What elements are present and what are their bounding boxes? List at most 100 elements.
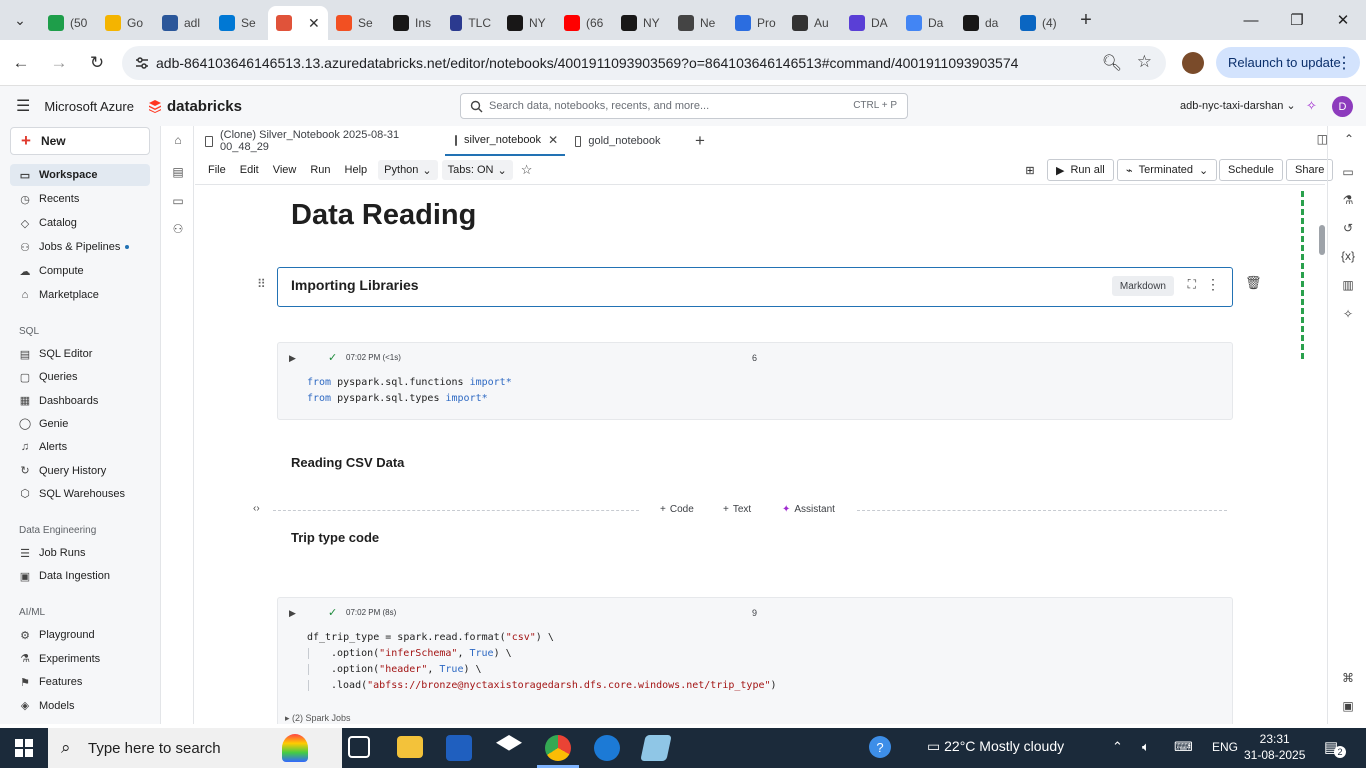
menu-run[interactable]: Run: [303, 159, 337, 181]
tabs-toggle[interactable]: Tabs: ON ⌄: [441, 160, 513, 180]
spark-jobs-toggle[interactable]: ▸ (2) Spark Jobs: [285, 713, 351, 724]
sidebar-item-sql-warehouses[interactable]: ⬡ SQL Warehouses: [10, 483, 150, 505]
sidebar-item-query-history[interactable]: ↻ Query History: [10, 460, 150, 482]
workspace-switcher[interactable]: adb-nyc-taxi-darshan ⌄: [1180, 99, 1296, 112]
help-badge-icon[interactable]: ?: [869, 736, 891, 758]
minimize-window-button[interactable]: —: [1228, 0, 1274, 40]
hamburger-menu-icon[interactable]: ☰: [16, 96, 30, 116]
code-cell-imports[interactable]: ▶ ✓ 07:02 PM (<1s) 6 from pyspark.sql.fu…: [277, 342, 1233, 420]
comments-icon[interactable]: ▭: [1340, 164, 1356, 180]
sidebar-item-jobs-pipelines[interactable]: ⚇ Jobs & Pipelines: [10, 236, 150, 258]
browser-tab[interactable]: Se: [328, 8, 385, 38]
fullscreen-icon[interactable]: ⛶: [1188, 277, 1196, 292]
sidebar-item-alerts[interactable]: ♫ Alerts: [10, 436, 150, 458]
browser-tab[interactable]: Da: [898, 8, 955, 38]
browser-tab[interactable]: Au: [784, 8, 841, 38]
variables-icon[interactable]: {x}: [1340, 248, 1356, 264]
add-text-button[interactable]: + Text: [723, 504, 751, 515]
menu-file[interactable]: File: [201, 159, 233, 181]
markdown-badge[interactable]: Markdown: [1111, 276, 1174, 296]
zoom-icon[interactable]: 🔍︎: [1102, 53, 1122, 73]
scrollbar-thumb[interactable]: [1319, 225, 1325, 255]
menu-help[interactable]: Help: [338, 159, 375, 181]
sidebar-item-serving[interactable]: ⌁ Serving: [10, 718, 150, 724]
sidebar-item-features[interactable]: ⚑ Features: [10, 671, 150, 693]
reload-button[interactable]: ↻: [80, 46, 114, 80]
sidebar-item-sql-editor[interactable]: ▤ SQL Editor: [10, 343, 150, 365]
add-tab-button[interactable]: +: [685, 131, 715, 151]
browser-tab[interactable]: Se: [211, 8, 268, 38]
layout-grid-icon[interactable]: ⊞: [1020, 159, 1040, 181]
sidebar-item-playground[interactable]: ⚙ Playground: [10, 624, 150, 646]
file-explorer-icon[interactable]: [397, 736, 423, 758]
browser-tab[interactable]: TLC: [442, 8, 499, 38]
browser-tab[interactable]: (4): [1012, 8, 1069, 38]
delete-cell-trash-icon[interactable]: 🗑︎: [1245, 275, 1262, 291]
browser-tab[interactable]: DA: [841, 8, 898, 38]
close-tab-icon[interactable]: ✕: [548, 133, 558, 147]
browser-tab[interactable]: Ins: [385, 8, 442, 38]
notebook-tab[interactable]: (Clone) Silver_Notebook 2025-08-31 00_48…: [195, 126, 445, 156]
notebook-tab[interactable]: gold_notebook: [565, 126, 685, 156]
menu-view[interactable]: View: [266, 159, 304, 181]
run-cell-play-icon[interactable]: ▶: [289, 608, 296, 619]
code-editor[interactable]: from pyspark.sql.functions import* from …: [307, 375, 512, 407]
history-icon[interactable]: ↺: [1340, 220, 1356, 236]
browser-tab[interactable]: Go: [97, 8, 154, 38]
bookmark-star-icon[interactable]: ☆: [1137, 52, 1152, 72]
favorite-star-icon[interactable]: ☆: [521, 162, 533, 178]
stacking-rings-app-icon[interactable]: [282, 734, 308, 762]
language-selector[interactable]: Python ⌄: [378, 160, 438, 180]
notifications-icon[interactable]: ▤ 2: [1324, 738, 1346, 758]
cell-more-menu-icon[interactable]: ⋮: [1206, 276, 1220, 293]
clock[interactable]: 23:31 31-08-2025: [1244, 731, 1305, 763]
cell-minimap[interactable]: [1301, 191, 1304, 359]
sidebar-item-marketplace[interactable]: ⌂ Marketplace: [10, 284, 150, 306]
sidebar-item-dashboards[interactable]: ▦ Dashboards: [10, 390, 150, 412]
maximize-window-button[interactable]: ❐: [1274, 0, 1320, 40]
keyboard-icon[interactable]: ⌨: [1174, 739, 1193, 755]
schedule-button[interactable]: Schedule: [1219, 159, 1283, 181]
forward-button[interactable]: →: [42, 46, 76, 80]
tab-search-chevron-icon[interactable]: ⌄: [0, 0, 40, 40]
code-editor[interactable]: df_trip_type = spark.read.format("csv") …: [307, 630, 777, 694]
chart-icon[interactable]: ▥: [1340, 277, 1356, 293]
microsoft-store-icon[interactable]: [446, 735, 472, 761]
table-of-contents-icon[interactable]: ▤: [170, 164, 186, 180]
language-indicator[interactable]: ENG: [1212, 740, 1238, 754]
compute-selector[interactable]: ⌁ Terminated ⌄: [1117, 159, 1218, 181]
collapse-code-icon[interactable]: ‹›: [253, 503, 260, 514]
notebook-tab[interactable]: silver_notebook ✕: [445, 126, 565, 156]
back-button[interactable]: ←: [4, 46, 38, 80]
sidebar-item-job-runs[interactable]: ☰ Job Runs: [10, 542, 150, 564]
add-assistant-button[interactable]: ✦ Assistant: [782, 504, 835, 515]
sidebar-item-experiments[interactable]: ⚗ Experiments: [10, 648, 150, 670]
experiments-flask-icon[interactable]: ⚗: [1340, 192, 1356, 208]
new-button[interactable]: + New: [10, 127, 150, 155]
browser-tab[interactable]: (66: [556, 8, 613, 38]
browser-tab[interactable]: NY: [499, 8, 556, 38]
catalog-shapes-icon[interactable]: ⚇: [170, 221, 186, 237]
keyboard-shortcuts-icon[interactable]: ⌘: [1340, 670, 1356, 686]
assistant-icon[interactable]: ✧: [1340, 306, 1356, 322]
azure-data-studio-icon[interactable]: [594, 735, 620, 761]
sidebar-item-queries[interactable]: ▢ Queries: [10, 366, 150, 388]
drag-handle-icon[interactable]: ⠿: [257, 277, 266, 291]
new-tab-button[interactable]: +: [1069, 0, 1103, 40]
sidebar-item-workspace[interactable]: ▭ Workspace: [10, 164, 150, 186]
menu-edit[interactable]: Edit: [233, 159, 266, 181]
windows-start-button[interactable]: [0, 728, 48, 768]
browser-tab[interactable]: ✕: [268, 6, 328, 40]
task-view-icon[interactable]: [348, 736, 370, 758]
show-hidden-icons-chevron[interactable]: ⌃: [1112, 739, 1123, 755]
vertical-scrollbar[interactable]: [1319, 185, 1325, 724]
sidebar-item-recents[interactable]: ◷ Recents: [10, 188, 150, 210]
browser-profile-avatar[interactable]: [1182, 52, 1204, 74]
notepad-icon[interactable]: [640, 735, 672, 761]
folder-icon[interactable]: ▭: [170, 193, 186, 209]
browser-tab[interactable]: adl: [154, 8, 211, 38]
terminal-icon[interactable]: ▣: [1340, 698, 1356, 714]
weather-widget[interactable]: ▭ 22°C Mostly cloudy: [927, 738, 1064, 755]
sidebar-item-genie[interactable]: ◯ Genie: [10, 413, 150, 435]
browser-tab[interactable]: Pro: [727, 8, 784, 38]
